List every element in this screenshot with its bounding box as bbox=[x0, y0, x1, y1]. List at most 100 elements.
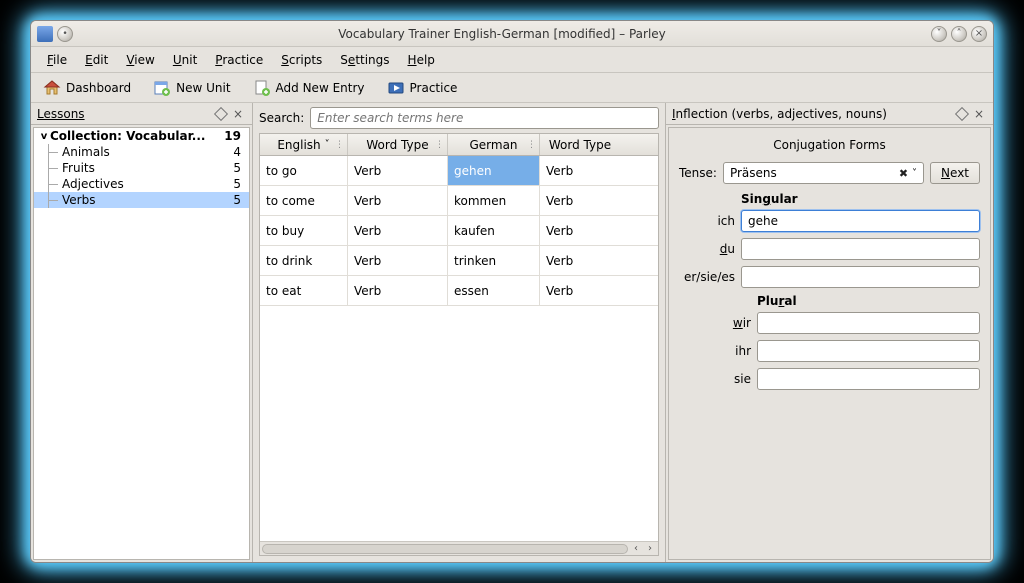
cell-english[interactable]: to come bbox=[260, 186, 348, 215]
maximize-button[interactable]: ˄ bbox=[951, 26, 967, 42]
inflection-title-label: Inflection (verbs, adjectives, nouns) bbox=[672, 107, 953, 121]
cell-german[interactable]: trinken bbox=[448, 246, 540, 275]
plural-section-title: Plural bbox=[757, 294, 980, 308]
tree-root[interactable]: v Collection: Vocabular... 19 bbox=[34, 128, 249, 144]
du-label: du bbox=[679, 242, 735, 256]
th-wordtype2[interactable]: Word Type bbox=[540, 134, 620, 155]
center-panel: Search: English˅⋮ Word Type⋮ German⋮ Wor… bbox=[253, 103, 665, 562]
table-body: to go Verb gehen Verb to come Verb komme… bbox=[260, 156, 658, 541]
menu-unit[interactable]: Unit bbox=[165, 50, 205, 70]
app-icon bbox=[37, 26, 53, 42]
lessons-close-button[interactable]: × bbox=[230, 107, 246, 121]
cell-wordtype[interactable]: Verb bbox=[348, 156, 448, 185]
tree-root-label: Collection: Vocabular... bbox=[50, 129, 205, 143]
cell-german[interactable]: gehen bbox=[448, 156, 540, 185]
cell-german[interactable]: kommen bbox=[448, 186, 540, 215]
wir-input[interactable] bbox=[757, 312, 980, 334]
form-row-wir: wir bbox=[679, 312, 980, 334]
cell-wordtype[interactable]: Verb bbox=[540, 246, 620, 275]
ihr-input[interactable] bbox=[757, 340, 980, 362]
lessons-tree[interactable]: v Collection: Vocabular... 19 Animals 4 … bbox=[33, 127, 250, 560]
menu-file[interactable]: File bbox=[39, 50, 75, 70]
column-menu-icon[interactable]: ⋮ bbox=[335, 140, 344, 150]
menu-help[interactable]: Help bbox=[400, 50, 443, 70]
titlebar-pin-button[interactable]: • bbox=[57, 26, 73, 42]
tree-item-label: Verbs bbox=[62, 193, 95, 207]
menu-settings[interactable]: Settings bbox=[332, 50, 397, 70]
table-row[interactable]: to drink Verb trinken Verb bbox=[260, 246, 658, 276]
form-row-sie: sie bbox=[679, 368, 980, 390]
cell-wordtype[interactable]: Verb bbox=[540, 156, 620, 185]
minimize-button[interactable]: ˅ bbox=[931, 26, 947, 42]
cell-german[interactable]: essen bbox=[448, 276, 540, 305]
add-entry-icon bbox=[253, 79, 271, 97]
inflection-close-button[interactable]: × bbox=[971, 107, 987, 121]
panel-float-icon[interactable] bbox=[214, 106, 228, 120]
th-german[interactable]: German⋮ bbox=[448, 134, 540, 155]
scrollbar-track[interactable] bbox=[262, 544, 628, 554]
sie-input[interactable] bbox=[757, 368, 980, 390]
cell-english[interactable]: to go bbox=[260, 156, 348, 185]
tense-label: Tense: bbox=[679, 166, 717, 180]
scroll-left-icon[interactable]: ‹ bbox=[630, 543, 642, 554]
search-label: Search: bbox=[259, 111, 304, 125]
clear-icon[interactable]: ✖ bbox=[895, 167, 912, 180]
tree-item-count: 5 bbox=[233, 193, 245, 207]
new-unit-label: New Unit bbox=[176, 81, 230, 95]
cell-wordtype[interactable]: Verb bbox=[348, 276, 448, 305]
add-new-entry-button[interactable]: Add New Entry bbox=[249, 77, 369, 99]
tense-combobox[interactable]: Präsens ✖ ˅ bbox=[723, 162, 924, 184]
column-menu-icon[interactable]: ⋮ bbox=[435, 140, 444, 150]
search-row: Search: bbox=[259, 107, 659, 129]
lessons-panel: Lessons × v Collection: Vocabular... 19 … bbox=[31, 103, 253, 562]
table-row[interactable]: to buy Verb kaufen Verb bbox=[260, 216, 658, 246]
cell-english[interactable]: to drink bbox=[260, 246, 348, 275]
cell-wordtype[interactable]: Verb bbox=[540, 186, 620, 215]
cell-german[interactable]: kaufen bbox=[448, 216, 540, 245]
table-row[interactable]: to come Verb kommen Verb bbox=[260, 186, 658, 216]
next-button[interactable]: Next bbox=[930, 162, 980, 184]
menubar: File Edit View Unit Practice Scripts Set… bbox=[31, 47, 993, 73]
menu-edit[interactable]: Edit bbox=[77, 50, 116, 70]
ersiees-input[interactable] bbox=[741, 266, 980, 288]
tree-collapse-icon[interactable]: v bbox=[38, 131, 50, 142]
home-icon bbox=[43, 79, 61, 97]
new-unit-button[interactable]: New Unit bbox=[149, 77, 234, 99]
tense-row: Tense: Präsens ✖ ˅ Next bbox=[679, 162, 980, 184]
titlebar[interactable]: • Vocabulary Trainer English-German [mod… bbox=[31, 21, 993, 47]
cell-wordtype[interactable]: Verb bbox=[348, 246, 448, 275]
search-input[interactable] bbox=[310, 107, 659, 129]
table-row[interactable]: to go Verb gehen Verb bbox=[260, 156, 658, 186]
wir-label: wir bbox=[679, 316, 751, 330]
cell-english[interactable]: to buy bbox=[260, 216, 348, 245]
tree-item-fruits[interactable]: Fruits 5 bbox=[34, 160, 249, 176]
cell-wordtype[interactable]: Verb bbox=[540, 216, 620, 245]
ich-input[interactable] bbox=[741, 210, 980, 232]
menu-scripts[interactable]: Scripts bbox=[273, 50, 330, 70]
tree-item-verbs[interactable]: Verbs 5 bbox=[34, 192, 249, 208]
close-button[interactable]: × bbox=[971, 26, 987, 42]
cell-wordtype[interactable]: Verb bbox=[348, 186, 448, 215]
cell-wordtype[interactable]: Verb bbox=[540, 276, 620, 305]
scroll-right-icon[interactable]: › bbox=[644, 543, 656, 554]
practice-button[interactable]: Practice bbox=[383, 77, 462, 99]
sie-label: sie bbox=[679, 372, 751, 386]
th-english[interactable]: English˅⋮ bbox=[260, 134, 348, 155]
chevron-down-icon[interactable]: ˅ bbox=[912, 168, 917, 179]
tree-item-adjectives[interactable]: Adjectives 5 bbox=[34, 176, 249, 192]
horizontal-scrollbar[interactable]: ‹ › bbox=[260, 541, 658, 555]
lessons-title-label: Lessons bbox=[37, 107, 212, 121]
menu-view[interactable]: View bbox=[118, 50, 162, 70]
column-menu-icon[interactable]: ⋮ bbox=[527, 140, 536, 150]
form-row-ihr: ihr bbox=[679, 340, 980, 362]
cell-wordtype[interactable]: Verb bbox=[348, 216, 448, 245]
table-row[interactable]: to eat Verb essen Verb bbox=[260, 276, 658, 306]
panel-float-icon[interactable] bbox=[955, 106, 969, 120]
th-wordtype1[interactable]: Word Type⋮ bbox=[348, 134, 448, 155]
du-input[interactable] bbox=[741, 238, 980, 260]
cell-english[interactable]: to eat bbox=[260, 276, 348, 305]
menu-practice[interactable]: Practice bbox=[207, 50, 271, 70]
tree-item-animals[interactable]: Animals 4 bbox=[34, 144, 249, 160]
tree-item-count: 4 bbox=[233, 145, 245, 159]
dashboard-button[interactable]: Dashboard bbox=[39, 77, 135, 99]
